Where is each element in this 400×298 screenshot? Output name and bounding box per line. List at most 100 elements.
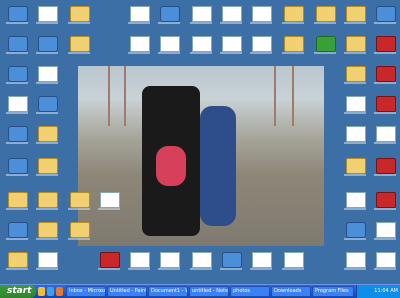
document-icon[interactable] (192, 36, 212, 52)
icon-label (36, 208, 58, 210)
task-button[interactable]: Program Files (312, 286, 354, 297)
computer-icon[interactable] (8, 36, 28, 52)
document-icon[interactable] (252, 252, 272, 268)
wallpaper-photo (78, 66, 324, 246)
document-icon[interactable] (160, 36, 180, 52)
program-icon[interactable] (38, 96, 58, 112)
folder-icon[interactable] (70, 36, 90, 52)
document-icon[interactable] (376, 222, 396, 238)
folder-icon[interactable] (8, 192, 28, 208)
browser-icon[interactable] (8, 126, 28, 142)
network-icon[interactable] (8, 66, 28, 82)
document-icon[interactable] (38, 6, 58, 22)
folder-icon[interactable] (70, 6, 90, 22)
icon-label (282, 268, 304, 270)
icon-label (282, 22, 304, 24)
icon-label (250, 268, 272, 270)
task-button[interactable]: photos (230, 286, 270, 297)
pdf-icon[interactable] (376, 96, 396, 112)
document-icon[interactable] (222, 6, 242, 22)
icon-label (6, 22, 28, 24)
document-icon[interactable] (192, 252, 212, 268)
icon-label (36, 52, 58, 54)
icon-label (344, 82, 366, 84)
icon-label (6, 112, 28, 114)
icon-label (374, 52, 396, 54)
program-icon[interactable] (346, 222, 366, 238)
icon-label (220, 22, 242, 24)
folder-icon[interactable] (70, 192, 90, 208)
folder-icon[interactable] (70, 222, 90, 238)
icon-label (344, 268, 366, 270)
icon-label (6, 52, 28, 54)
icon-label (98, 208, 120, 210)
document-icon[interactable] (252, 6, 272, 22)
window-icon[interactable] (100, 192, 120, 208)
pdf-icon[interactable] (376, 158, 396, 174)
folder-icon[interactable] (38, 158, 58, 174)
pdf-icon[interactable] (376, 192, 396, 208)
firefox-icon[interactable] (8, 222, 28, 238)
document-icon[interactable] (192, 6, 212, 22)
folder-icon[interactable] (8, 252, 28, 268)
task-button[interactable]: Untitled - Paint (107, 286, 147, 297)
folder-icon[interactable] (38, 192, 58, 208)
pdf-icon[interactable] (376, 36, 396, 52)
clock[interactable]: 11:04 AM (374, 288, 398, 294)
image-icon[interactable] (130, 36, 150, 52)
icon-label (344, 174, 366, 176)
child-in-stroller (156, 146, 186, 186)
chrome-icon[interactable] (38, 36, 58, 52)
browser-icon[interactable] (47, 287, 54, 296)
folder-icon[interactable] (346, 158, 366, 174)
program-icon[interactable] (222, 252, 242, 268)
document-icon[interactable] (346, 192, 366, 208)
task-button[interactable]: Inbox - Microsoft ... (66, 286, 106, 297)
pdf-icon[interactable] (376, 66, 396, 82)
folder-icon[interactable] (346, 36, 366, 52)
document-icon[interactable] (376, 252, 396, 268)
icon-label (128, 22, 150, 24)
folder-icon[interactable] (316, 6, 336, 22)
document-icon[interactable] (346, 252, 366, 268)
program-icon[interactable] (8, 158, 28, 174)
icon-label (190, 52, 212, 54)
folder-icon[interactable] (346, 6, 366, 22)
task-button[interactable]: Document1 - Word (148, 286, 188, 297)
media-icon[interactable] (38, 66, 58, 82)
icon-label (344, 22, 366, 24)
app-icon[interactable] (8, 6, 28, 22)
icon-label (128, 52, 150, 54)
document-icon[interactable] (38, 252, 58, 268)
icon-label (68, 52, 90, 54)
folder-icon[interactable] (38, 126, 58, 142)
icon-label (282, 52, 304, 54)
folder-icon[interactable] (284, 36, 304, 52)
icon-label (128, 268, 150, 270)
folder-icon[interactable] (38, 287, 45, 296)
document-icon[interactable] (284, 252, 304, 268)
task-button[interactable]: untitled - Notepad (189, 286, 229, 297)
pdf-icon[interactable] (100, 252, 120, 268)
document-icon[interactable] (346, 96, 366, 112)
folder-icon[interactable] (38, 222, 58, 238)
icon-label (250, 52, 272, 54)
folder-icon[interactable] (346, 66, 366, 82)
program-icon[interactable] (316, 36, 336, 52)
document-icon[interactable] (130, 252, 150, 268)
icon-label (374, 22, 396, 24)
start-button[interactable]: start (0, 285, 36, 298)
windows-icon[interactable] (376, 6, 396, 22)
task-button[interactable]: Downloads (271, 286, 311, 297)
document-icon[interactable] (160, 252, 180, 268)
document-icon[interactable] (252, 36, 272, 52)
mail-icon[interactable] (56, 287, 63, 296)
image-icon[interactable] (160, 6, 180, 22)
folder-icon[interactable] (284, 6, 304, 22)
document-icon[interactable] (222, 36, 242, 52)
icon-label (344, 208, 366, 210)
document-icon[interactable] (346, 126, 366, 142)
document-icon[interactable] (8, 96, 28, 112)
document-icon[interactable] (130, 6, 150, 22)
document-icon[interactable] (376, 126, 396, 142)
